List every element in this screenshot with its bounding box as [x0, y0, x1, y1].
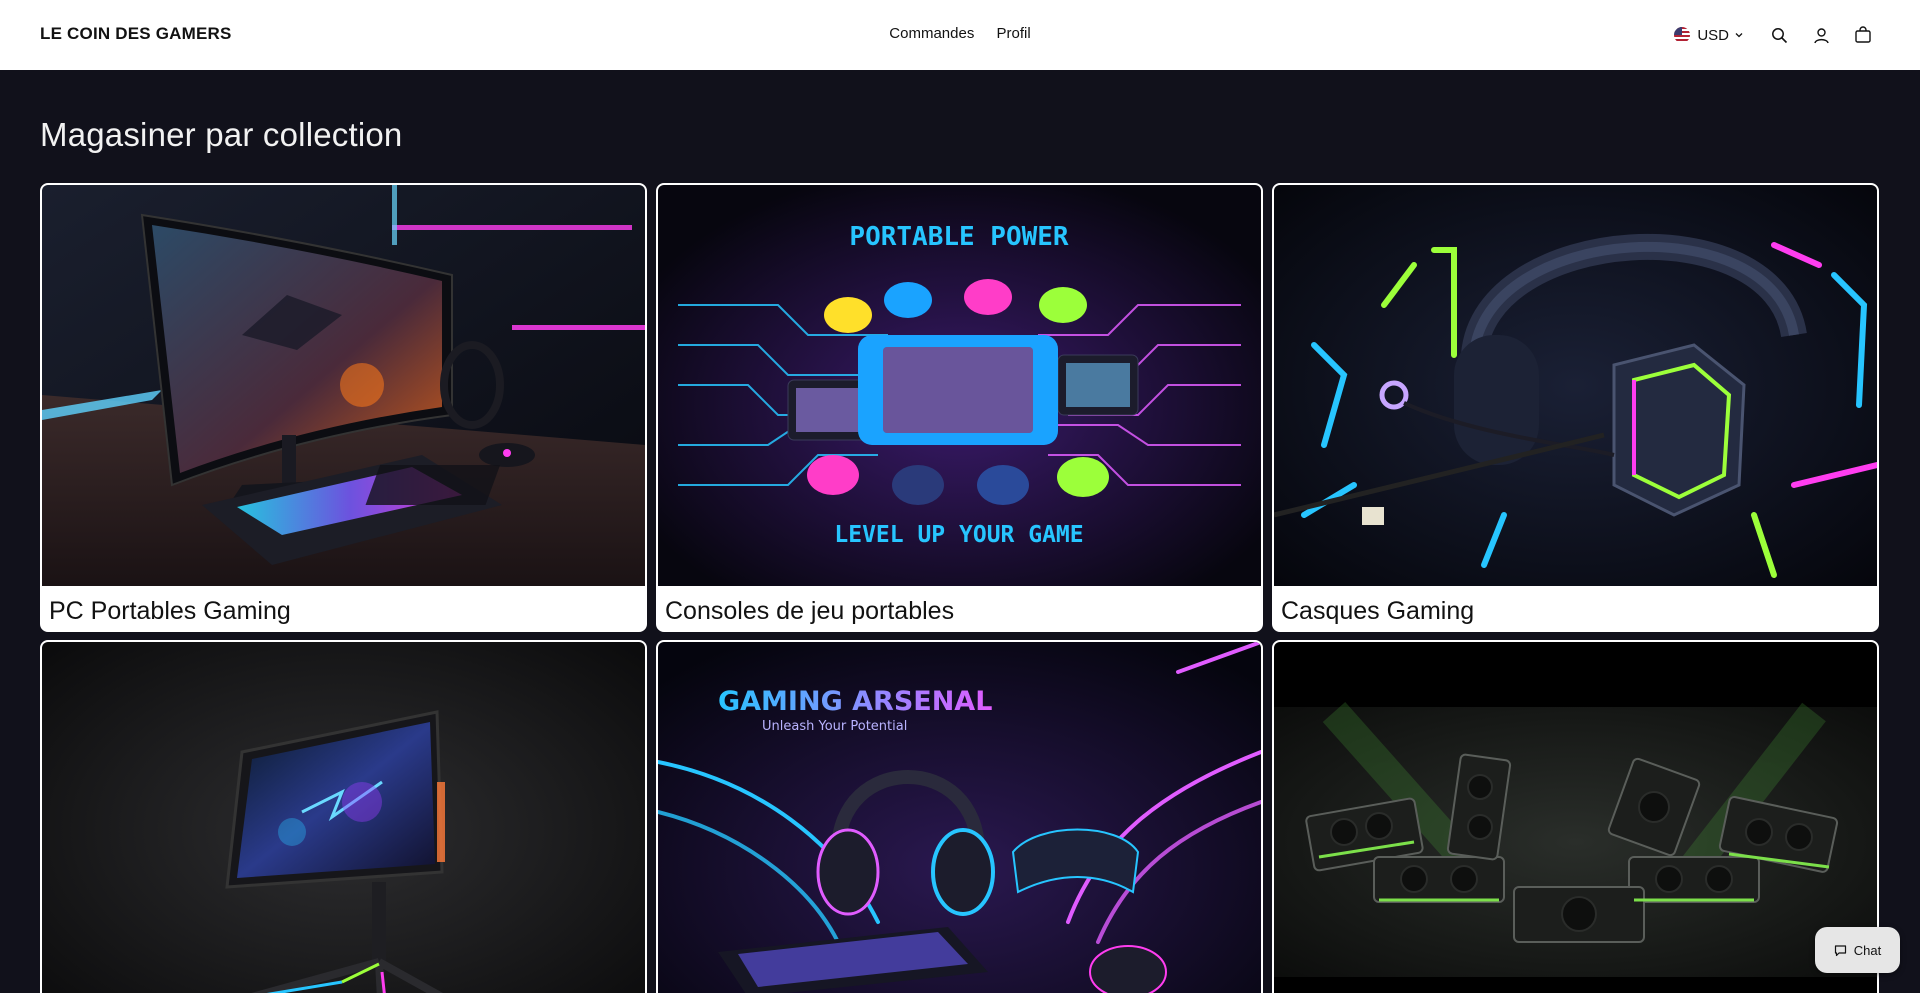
image-text-top: GAMING ARSENAL: [718, 686, 992, 717]
site-header: LE COIN DES GAMERS Commandes Profil USD: [0, 0, 1920, 70]
collection-card-monitor[interactable]: [40, 640, 647, 993]
collection-card-arsenal[interactable]: GAMING ARSENAL Unleash Your Potential: [656, 640, 1263, 993]
handheld-consoles-illustration: PORTABLE POWER LEVEL UP YOUR GAME: [658, 185, 1261, 586]
nav-profil[interactable]: Profil: [997, 25, 1031, 42]
user-icon: [1813, 27, 1829, 43]
collection-image: [1274, 185, 1877, 586]
collection-title: PC Portables Gaming: [49, 597, 291, 625]
currency-label: USD: [1697, 26, 1729, 44]
collection-image: PORTABLE POWER LEVEL UP YOUR GAME: [658, 185, 1261, 586]
page-title: Magasiner par collection: [40, 116, 403, 153]
collection-image: [1274, 642, 1877, 993]
header-tools: USD: [1674, 22, 1884, 48]
currency-selector[interactable]: USD: [1674, 27, 1744, 44]
us-flag-icon: [1674, 27, 1691, 43]
collection-image: GAMING ARSENAL Unleash Your Potential: [658, 642, 1261, 993]
gaming-headset-illustration: [1274, 185, 1877, 586]
gaming-arsenal-illustration: GAMING ARSENAL Unleash Your Potential: [658, 642, 1261, 993]
collection-title: Consoles de jeu portables: [665, 597, 955, 625]
gaming-laptop-illustration: [42, 185, 645, 586]
collection-card-gpu[interactable]: [1272, 640, 1879, 993]
chat-bubble-icon: [1834, 944, 1846, 956]
collection-image: [42, 185, 645, 586]
account-button[interactable]: [1800, 22, 1842, 48]
shopping-bag-icon: [1855, 26, 1871, 43]
nav-commandes[interactable]: Commandes: [889, 25, 974, 42]
collection-image: [42, 642, 645, 993]
chat-button[interactable]: Chat: [1815, 927, 1900, 973]
image-text-subtitle: Unleash Your Potential: [762, 719, 907, 734]
graphics-cards-illustration: [1274, 642, 1877, 993]
collection-card-casques[interactable]: Casques Gaming: [1272, 183, 1879, 632]
collection-card-consoles-portables[interactable]: PORTABLE POWER LEVEL UP YOUR GAME Consol…: [656, 183, 1263, 632]
collection-title: Casques Gaming: [1281, 597, 1475, 625]
chevron-down-icon: [1735, 33, 1743, 38]
search-button[interactable]: [1758, 22, 1800, 48]
chat-label: Chat: [1853, 942, 1882, 958]
gaming-monitor-illustration: [42, 642, 645, 993]
search-icon: [1771, 27, 1787, 43]
main-nav: Commandes Profil: [0, 25, 1920, 42]
collection-card-pc-portables[interactable]: PC Portables Gaming: [40, 183, 647, 632]
cart-button[interactable]: [1842, 22, 1884, 48]
image-text-bottom: LEVEL UP YOUR GAME: [834, 522, 1083, 548]
brand-logo[interactable]: LE COIN DES GAMERS: [40, 24, 232, 44]
image-text-top: PORTABLE POWER: [849, 222, 1068, 252]
